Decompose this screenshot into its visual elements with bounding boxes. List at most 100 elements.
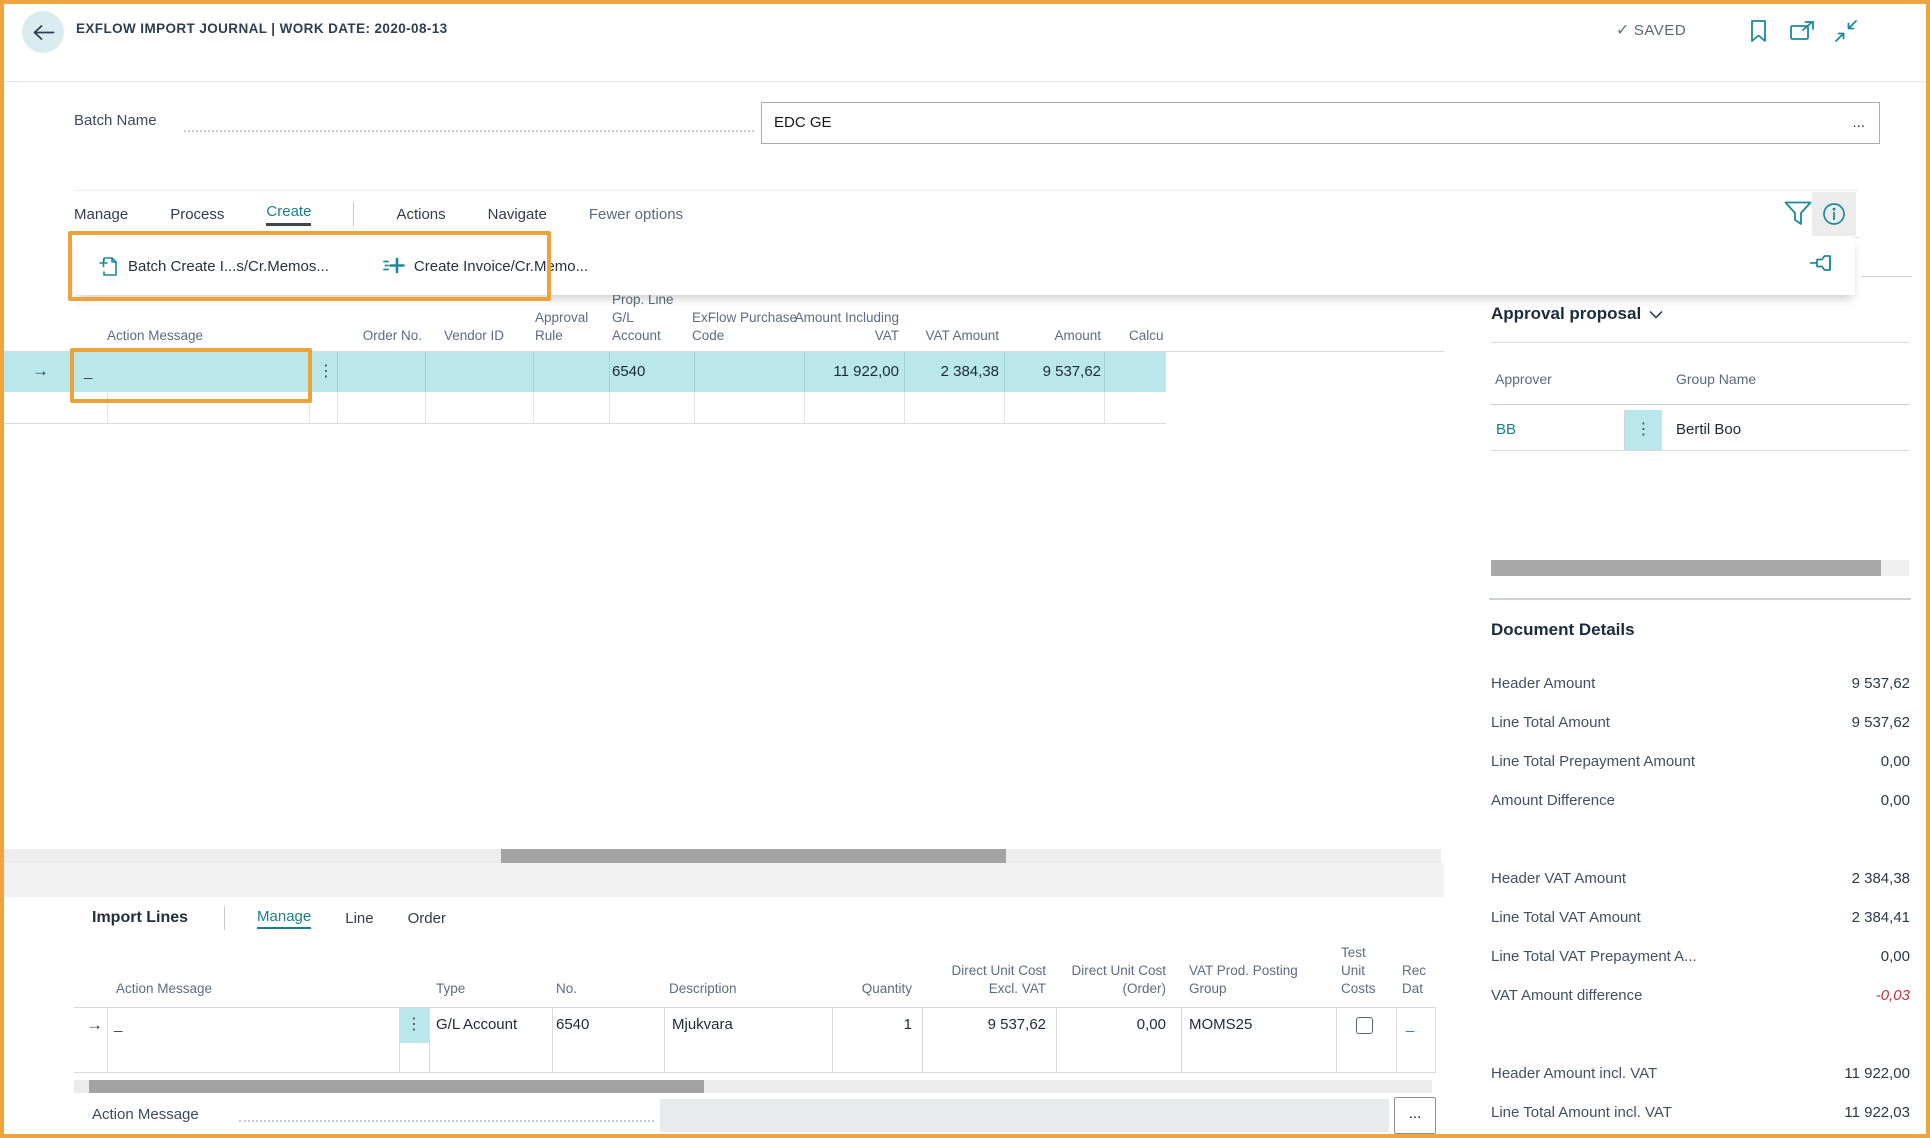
detail-value: 11 922,00 <box>1844 1065 1910 1082</box>
approval-row-menu[interactable]: ⋮ <box>1625 410 1662 450</box>
import-lines-toolbar: Import Lines Manage Line Order <box>74 897 1444 939</box>
import-lines-hscrollbar-track[interactable] <box>74 1080 1432 1093</box>
column-header-prop-line-gl-account[interactable]: Prop. Line G/L Account <box>612 291 684 345</box>
import-lines-title: Import Lines <box>92 909 189 926</box>
column-header-vat-amount[interactable]: VAT Amount <box>904 327 999 345</box>
approval-hscrollbar-track[interactable] <box>1491 560 1909 576</box>
document-details-title: Document Details <box>1491 620 1635 639</box>
approver-cell[interactable]: BB <box>1496 410 1516 450</box>
column-header-action-message[interactable]: Action Message <box>107 327 307 345</box>
detail-value: 0,00 <box>1880 753 1910 770</box>
menu-navigate[interactable]: Navigate <box>488 206 547 223</box>
il-column-type[interactable]: Type <box>436 980 536 998</box>
top-bar: EXFLOW IMPORT JOURNAL | WORK DATE: 2020-… <box>4 4 1926 82</box>
il-column-description[interactable]: Description <box>669 980 819 998</box>
import-lines-tab-manage[interactable]: Manage <box>257 908 312 929</box>
il-row-menu[interactable]: ⋮ <box>399 1008 429 1043</box>
import-lines-selected-row[interactable]: → _ ⋮ G/L Account 6540 Mjukvara 1 9 537,… <box>74 1007 1436 1044</box>
footer-assist-edit-button[interactable]: ... <box>1394 1097 1436 1134</box>
il-rec-date-cursor[interactable]: _ <box>1406 1008 1414 1042</box>
column-header-order-no[interactable]: Order No. <box>334 327 422 345</box>
il-column-direct-unit-cost-excl-vat[interactable]: Direct Unit Cost Excl. VAT <box>929 962 1046 998</box>
menu-actions[interactable]: Actions <box>396 206 445 223</box>
detail-value-negative: -0,03 <box>1875 987 1910 1004</box>
il-column-rec-date-clipped[interactable]: Rec Dat <box>1402 962 1432 998</box>
amount-including-vat-cell[interactable]: 11 922,00 <box>802 352 899 392</box>
detail-row: Line Total Amount 9 537,62 <box>1491 703 1910 742</box>
group-name-cell[interactable]: Bertil Boo <box>1676 410 1741 450</box>
import-lines-empty-row[interactable] <box>74 1043 1436 1073</box>
approval-proposal-title: Approval proposal <box>1491 304 1642 323</box>
il-column-direct-unit-cost-order[interactable]: Direct Unit Cost (Order) <box>1066 962 1166 998</box>
il-quantity-cell[interactable]: 1 <box>834 1008 912 1042</box>
batch-assist-edit[interactable]: ... <box>1852 103 1865 143</box>
detail-label: Line Total VAT Amount <box>1491 909 1641 926</box>
approval-row-border <box>1491 450 1909 451</box>
journal-hscrollbar-track[interactable] <box>4 849 1441 863</box>
menu-fewer-options[interactable]: Fewer options <box>589 206 683 223</box>
collapse-icon[interactable] <box>1834 19 1858 43</box>
il-column-no[interactable]: No. <box>556 980 646 998</box>
il-vat-group-cell[interactable]: MOMS25 <box>1189 1008 1252 1042</box>
journal-selected-row[interactable]: → _ ⋮ 6540 11 922,00 2 384,38 9 537,62 <box>4 352 1166 392</box>
back-button[interactable] <box>22 11 64 53</box>
bookmark-icon[interactable] <box>1749 19 1768 43</box>
il-no-cell[interactable]: 6540 <box>556 1008 589 1042</box>
il-column-test-unit-costs[interactable]: Test Unit Costs <box>1341 944 1383 998</box>
group-name-column-header[interactable]: Group Name <box>1676 371 1756 387</box>
il-action-message-cursor[interactable]: _ <box>114 1008 122 1042</box>
column-header-vendor-id[interactable]: Vendor ID <box>444 327 534 345</box>
column-header-approval-rule[interactable]: Approval Rule <box>535 309 605 345</box>
il-duc-excl-vat-cell[interactable]: 9 537,62 <box>929 1008 1046 1042</box>
batch-name-value: EDC GE <box>774 114 832 131</box>
il-type-cell[interactable]: G/L Account <box>436 1008 517 1042</box>
footer-action-message-field[interactable] <box>660 1099 1389 1132</box>
import-lines-tab-order[interactable]: Order <box>408 910 446 927</box>
open-in-new-window-icon[interactable] <box>1790 21 1815 41</box>
approval-proposal-header[interactable]: Approval proposal <box>1491 304 1663 324</box>
column-header-amount-including-vat[interactable]: Amount Including VAT <box>794 309 899 345</box>
create-invoice-icon <box>383 256 405 276</box>
import-lines-tab-line[interactable]: Line <box>345 910 373 927</box>
il-duc-order-cell[interactable]: 0,00 <box>1066 1008 1166 1042</box>
gl-account-cell[interactable]: 6540 <box>612 352 645 392</box>
create-invoice-button[interactable]: Create Invoice/Cr.Memo... <box>383 256 588 276</box>
chevron-down-icon <box>1649 310 1663 319</box>
il-description-cell[interactable]: Mjukvara <box>672 1008 733 1042</box>
pin-icon[interactable] <box>1809 253 1837 273</box>
detail-row: Line Total VAT Prepayment A... 0,00 <box>1491 937 1910 976</box>
il-column-quantity[interactable]: Quantity <box>834 980 912 998</box>
detail-value: 9 537,62 <box>1851 714 1910 731</box>
column-header-calculated-clipped[interactable]: Calcu <box>1129 327 1167 345</box>
il-test-unit-costs-checkbox[interactable] <box>1356 1017 1373 1034</box>
check-icon: ✓ <box>1616 22 1630 39</box>
il-column-action-message[interactable]: Action Message <box>116 980 316 998</box>
menu-process[interactable]: Process <box>170 206 224 223</box>
menu-create[interactable]: Create <box>266 203 312 226</box>
batch-create-invoices-button[interactable]: Batch Create I...s/Cr.Memos... <box>98 255 329 278</box>
column-header-amount[interactable]: Amount <box>1004 327 1101 345</box>
approver-column-header[interactable]: Approver <box>1495 371 1552 387</box>
save-status: ✓ SAVED <box>1616 20 1686 40</box>
menu-manage[interactable]: Manage <box>74 206 128 223</box>
action-message-cell-cursor[interactable]: _ <box>84 352 92 392</box>
import-lines-hscrollbar-thumb[interactable] <box>89 1080 704 1093</box>
detail-row: Header Amount incl. VAT 11 922,00 <box>1491 1054 1910 1093</box>
info-button[interactable] <box>1812 192 1856 236</box>
detail-label: Line Total Prepayment Amount <box>1491 753 1696 770</box>
save-status-label: SAVED <box>1633 21 1687 39</box>
journal-hscrollbar-thumb[interactable] <box>501 849 1006 863</box>
vat-amount-cell[interactable]: 2 384,38 <box>904 352 999 392</box>
row-menu-icon[interactable]: ⋮ <box>318 352 334 392</box>
amount-cell[interactable]: 9 537,62 <box>1004 352 1101 392</box>
page-title: EXFLOW IMPORT JOURNAL | WORK DATE: 2020-… <box>76 21 448 36</box>
batch-name-field[interactable]: EDC GE ... <box>761 102 1880 144</box>
approval-hscrollbar-thumb[interactable] <box>1491 560 1881 576</box>
column-header-exflow-purchase-code[interactable]: ExFlow Purchase Code <box>692 309 800 345</box>
journal-empty-row[interactable] <box>4 392 1166 424</box>
il-column-vat-prod-posting-group[interactable]: VAT Prod. Posting Group <box>1189 962 1299 998</box>
filter-icon[interactable] <box>1784 201 1812 227</box>
factbox-top-divider <box>1862 276 1912 277</box>
detail-label: Line Total VAT Prepayment A... <box>1491 948 1697 965</box>
factbox-divider <box>1489 598 1911 600</box>
